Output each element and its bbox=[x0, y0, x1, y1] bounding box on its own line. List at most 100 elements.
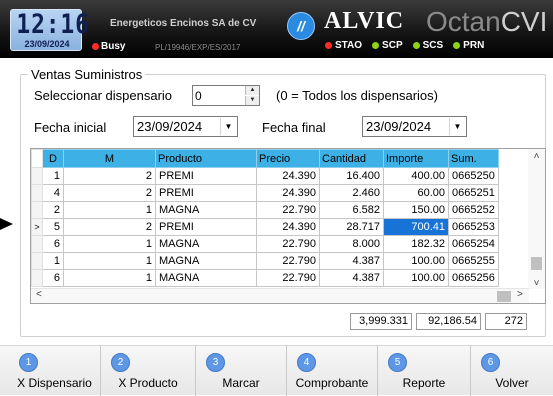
column-header-cantidad[interactable]: Cantidad bbox=[319, 149, 384, 168]
cell-precio[interactable]: 22.790 bbox=[256, 201, 320, 219]
table-row[interactable]: 6 1 MAGNA 22.790 8.000 182.32 0665254 bbox=[31, 235, 499, 253]
table-row[interactable]: 6 1 MAGNA 22.790 4.387 100.00 0665256 bbox=[31, 269, 499, 287]
cell-cantidad[interactable]: 28.717 bbox=[319, 218, 384, 236]
scroll-right-icon[interactable]: > bbox=[517, 289, 523, 300]
fecha-final-picker[interactable]: 23/09/2024 ▼ bbox=[362, 116, 467, 137]
dropdown-arrow-icon[interactable]: ▼ bbox=[449, 118, 465, 135]
cell-d[interactable]: 6 bbox=[42, 235, 64, 253]
column-header-m[interactable]: M bbox=[63, 149, 156, 168]
busy-status-icon bbox=[92, 43, 99, 50]
scroll-up-icon[interactable]: ˄ bbox=[528, 151, 545, 162]
horizontal-scrollbar[interactable]: < > bbox=[31, 288, 529, 303]
table-row[interactable]: 2 1 MAGNA 22.790 6.582 150.00 0665252 bbox=[31, 201, 499, 219]
row-indicator bbox=[31, 269, 43, 287]
spin-down-icon[interactable]: ▼ bbox=[245, 96, 259, 105]
cell-precio[interactable]: 24.390 bbox=[256, 218, 320, 236]
cell-m[interactable]: 1 bbox=[63, 201, 156, 219]
cell-cantidad[interactable]: 16.400 bbox=[319, 167, 384, 185]
cell-m[interactable]: 1 bbox=[63, 252, 156, 270]
status-scs: SCS bbox=[412, 40, 443, 51]
column-header-importe[interactable]: Importe bbox=[383, 149, 449, 168]
table-row[interactable]: 1 2 PREMI 24.390 16.400 400.00 0665250 bbox=[31, 167, 499, 185]
cell-sum[interactable]: 0665256 bbox=[448, 269, 499, 287]
cell-m[interactable]: 2 bbox=[63, 184, 156, 202]
table-row[interactable]: 1 1 MAGNA 22.790 4.387 100.00 0665255 bbox=[31, 252, 499, 270]
vertical-scroll-thumb[interactable] bbox=[531, 257, 542, 270]
cell-importe[interactable]: 60.00 bbox=[383, 184, 449, 202]
cell-d[interactable]: 1 bbox=[42, 167, 64, 185]
cell-sum[interactable]: 0665251 bbox=[448, 184, 499, 202]
cell-precio[interactable]: 22.790 bbox=[256, 235, 320, 253]
cell-precio[interactable]: 24.390 bbox=[256, 167, 320, 185]
cell-importe[interactable]: 100.00 bbox=[383, 269, 449, 287]
cell-sum[interactable]: 0665254 bbox=[448, 235, 499, 253]
column-header-precio[interactable]: Precio bbox=[256, 149, 320, 168]
cell-producto[interactable]: MAGNA bbox=[155, 235, 257, 253]
cell-cantidad[interactable]: 2.460 bbox=[319, 184, 384, 202]
dropdown-arrow-icon[interactable]: ▼ bbox=[220, 118, 236, 135]
cell-importe[interactable]: 400.00 bbox=[383, 167, 449, 185]
cell-d[interactable]: 2 bbox=[42, 201, 64, 219]
fecha-inicial-picker[interactable]: 23/09/2024 ▼ bbox=[133, 116, 238, 137]
x-dispensario-button[interactable]: 1 X Dispensario bbox=[9, 346, 101, 396]
cell-cantidad[interactable]: 4.387 bbox=[319, 252, 384, 270]
cell-sum[interactable]: 0665255 bbox=[448, 252, 499, 270]
vertical-scrollbar[interactable]: ˄ ˅ bbox=[528, 149, 545, 289]
cell-producto[interactable]: MAGNA bbox=[155, 201, 257, 219]
volver-button[interactable]: 6 Volver bbox=[471, 346, 553, 396]
cell-d[interactable]: 4 bbox=[42, 184, 64, 202]
cell-precio[interactable]: 22.790 bbox=[256, 252, 320, 270]
cell-d[interactable]: 6 bbox=[42, 269, 64, 287]
row-indicator bbox=[31, 167, 43, 185]
cell-cantidad[interactable]: 8.000 bbox=[319, 235, 384, 253]
table-row-current[interactable]: > 5 2 PREMI 24.390 28.717 700.41 0665253 bbox=[31, 218, 499, 236]
cell-sum[interactable]: 0665250 bbox=[448, 167, 499, 185]
cell-cantidad[interactable]: 4.387 bbox=[319, 269, 384, 287]
permit-number: PL/19946/EXP/ES/2017 bbox=[155, 43, 241, 52]
dispensario-spinner[interactable]: ▲ ▼ bbox=[192, 85, 260, 106]
row-indicator-header bbox=[31, 149, 43, 168]
cell-producto[interactable]: MAGNA bbox=[155, 252, 257, 270]
reporte-button[interactable]: 5 Reporte bbox=[378, 346, 471, 396]
dispensario-input[interactable] bbox=[195, 87, 243, 104]
scroll-left-icon[interactable]: < bbox=[36, 289, 42, 300]
clock-display: 12:16 23/09/2024 bbox=[10, 9, 89, 51]
table-header-row: D M Producto Precio Cantidad Importe Sum… bbox=[31, 149, 499, 168]
ventas-grid[interactable]: D M Producto Precio Cantidad Importe Sum… bbox=[30, 148, 546, 304]
dispensario-hint: (0 = Todos los dispensarios) bbox=[276, 88, 438, 103]
cell-importe[interactable]: 150.00 bbox=[383, 201, 449, 219]
cell-d[interactable]: 1 bbox=[42, 252, 64, 270]
status-scp: SCP bbox=[372, 40, 403, 51]
scroll-down-icon[interactable]: ˅ bbox=[528, 278, 545, 289]
cell-cantidad[interactable]: 6.582 bbox=[319, 201, 384, 219]
status-indicators: STAO SCP SCS PRN bbox=[325, 40, 484, 51]
cell-precio[interactable]: 24.390 bbox=[256, 184, 320, 202]
cell-producto[interactable]: PREMI bbox=[155, 218, 257, 236]
cell-precio[interactable]: 22.790 bbox=[256, 269, 320, 287]
marcar-button[interactable]: 3 Marcar bbox=[196, 346, 287, 396]
column-header-sum[interactable]: Sum. bbox=[448, 149, 499, 168]
cell-m[interactable]: 1 bbox=[63, 235, 156, 253]
cell-d[interactable]: 5 bbox=[42, 218, 64, 236]
cell-importe[interactable]: 100.00 bbox=[383, 252, 449, 270]
group-title: Ventas Suministros bbox=[28, 67, 146, 82]
cell-producto[interactable]: PREMI bbox=[155, 167, 257, 185]
cell-importe[interactable]: 182.32 bbox=[383, 235, 449, 253]
cell-producto[interactable]: PREMI bbox=[155, 184, 257, 202]
cell-m[interactable]: 2 bbox=[63, 218, 156, 236]
column-header-d[interactable]: D bbox=[42, 149, 64, 168]
cell-importe-selected[interactable]: 700.41 bbox=[383, 218, 449, 236]
comprobante-button[interactable]: 4 Comprobante bbox=[287, 346, 378, 396]
comprobante-label: Comprobante bbox=[295, 376, 369, 390]
cell-sum[interactable]: 0665253 bbox=[448, 218, 499, 236]
cell-m[interactable]: 1 bbox=[63, 269, 156, 287]
total-cantidad: 3,999.331 bbox=[350, 313, 412, 330]
spin-up-icon[interactable]: ▲ bbox=[245, 86, 259, 95]
cell-m[interactable]: 2 bbox=[63, 167, 156, 185]
cell-producto[interactable]: MAGNA bbox=[155, 269, 257, 287]
x-producto-button[interactable]: 2 X Producto bbox=[101, 346, 196, 396]
table-row[interactable]: 4 2 PREMI 24.390 2.460 60.00 0665251 bbox=[31, 184, 499, 202]
column-header-producto[interactable]: Producto bbox=[155, 149, 257, 168]
horizontal-scroll-thumb[interactable] bbox=[497, 291, 511, 302]
cell-sum[interactable]: 0665252 bbox=[448, 201, 499, 219]
